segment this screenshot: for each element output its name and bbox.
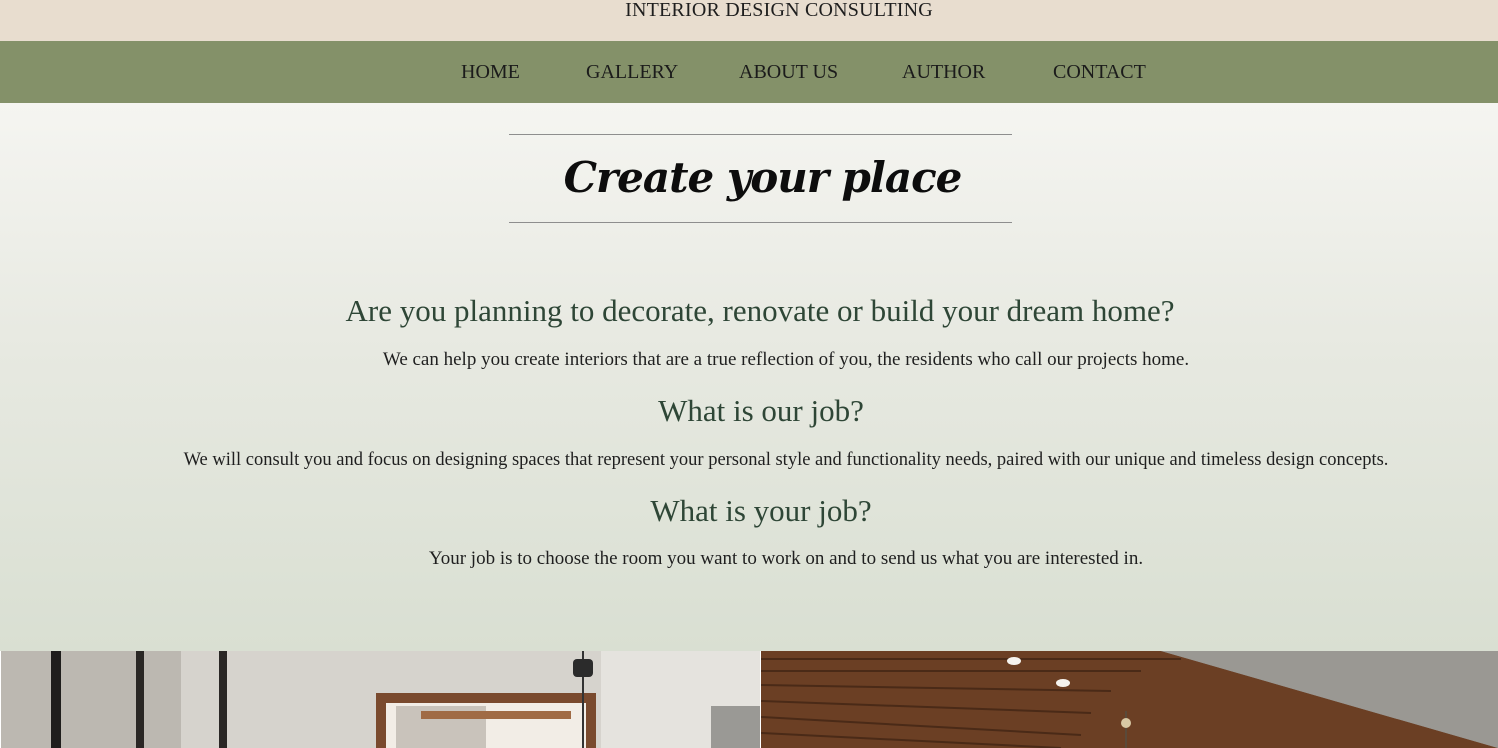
gallery-photo-right[interactable] xyxy=(761,651,1498,748)
nav-item-gallery[interactable]: GALLERY xyxy=(586,60,678,84)
hero-section: Create your place Are you planning to de… xyxy=(0,103,1498,651)
nav-item-about-us[interactable]: ABOUT US xyxy=(739,60,838,84)
brand-title: INTERIOR DESIGN CONSULTING xyxy=(625,0,933,21)
room-photo-left-illustration xyxy=(1,651,760,748)
section-heading-your-job: What is your job? xyxy=(650,493,872,528)
section-text-your-job: Your job is to choose the room you want … xyxy=(428,548,1144,569)
section-text-planning: We can help you create interiors that ar… xyxy=(382,349,1190,370)
section-text-our-job: We will consult you and focus on designi… xyxy=(183,450,1389,470)
nav-item-author[interactable]: AUTHOR xyxy=(902,60,985,84)
page-title: Create your place xyxy=(563,153,963,202)
top-bar: INTERIOR DESIGN CONSULTING xyxy=(0,0,1498,41)
nav-item-home[interactable]: HOME xyxy=(461,60,520,84)
gallery-photo-left[interactable] xyxy=(1,651,760,748)
section-heading-planning: Are you planning to decorate, renovate o… xyxy=(345,293,1175,328)
title-frame: Create your place xyxy=(509,134,1012,223)
section-heading-our-job: What is our job? xyxy=(658,393,864,428)
room-photo-right-illustration xyxy=(761,651,1498,748)
main-nav: HOME GALLERY ABOUT US AUTHOR CONTACT xyxy=(0,41,1498,103)
nav-item-contact[interactable]: CONTACT xyxy=(1053,60,1146,84)
